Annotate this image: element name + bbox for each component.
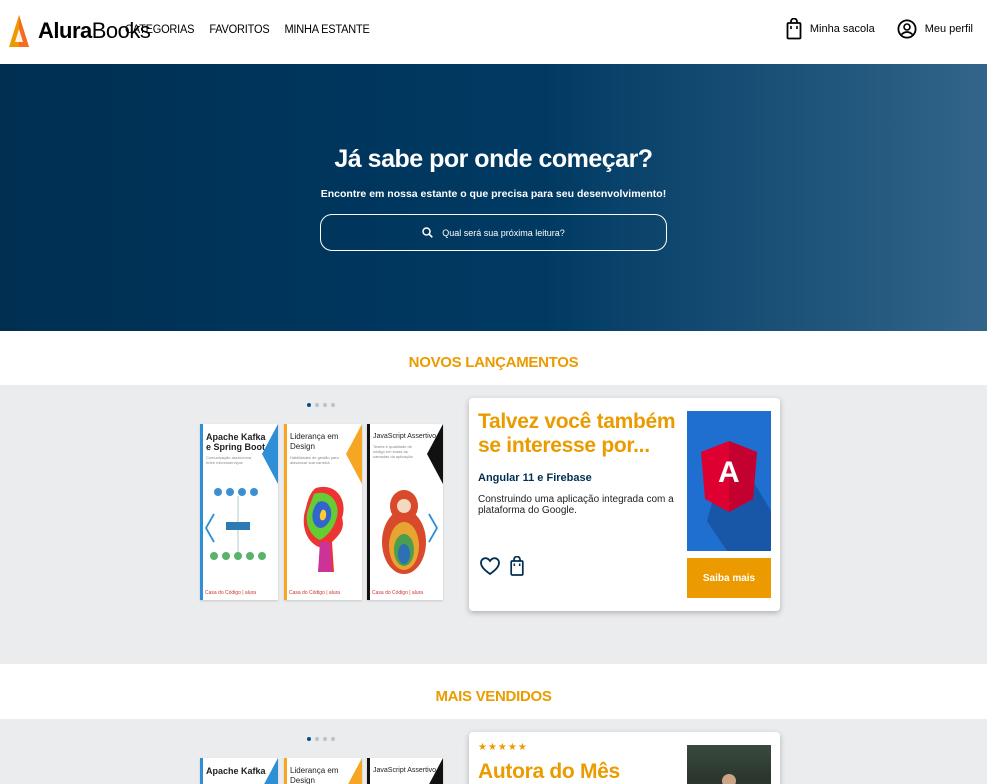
book-accent-icon bbox=[427, 424, 443, 484]
main-nav: CATEGORIAS FAVORITOS MINHA ESTANTE bbox=[125, 24, 370, 37]
book-accent-icon bbox=[348, 758, 362, 784]
nesting-dolls-icon bbox=[382, 490, 426, 574]
carousel-dot[interactable] bbox=[331, 403, 335, 407]
book-spine bbox=[200, 424, 203, 600]
novos-lancamentos-band: Apache Kafka e Spring Boot Comunicação as… bbox=[0, 385, 987, 664]
angular-cover-letter: A bbox=[718, 456, 740, 489]
colorful-head-illustration-icon bbox=[303, 486, 344, 572]
carousel-dot[interactable] bbox=[315, 737, 319, 741]
search-placeholder: Qual será sua próxima leitura? bbox=[442, 227, 565, 238]
book-title: Liderança em Design bbox=[290, 766, 339, 784]
book-spine bbox=[367, 758, 370, 784]
recommendation-heading: Talvez você também se interesse por... bbox=[478, 410, 676, 457]
book-subtitle: Comunicação assíncrona entre microsservi… bbox=[206, 455, 252, 465]
search-icon bbox=[422, 227, 434, 238]
recommended-book-title[interactable]: Angular 11 e Firebase bbox=[478, 472, 592, 484]
book-cover-apache-kafka[interactable]: Apache Kafka e Spring Boot Comunicação as… bbox=[200, 424, 278, 600]
logo-mark-icon bbox=[9, 15, 29, 47]
section-title-novos-lancamentos: NOVOS LANÇAMENTOS bbox=[408, 354, 579, 371]
author-portrait-icon bbox=[722, 774, 736, 784]
page: AluraBooks CATEGORIAS FAVORITOS MINHA ES… bbox=[0, 0, 987, 784]
book-cover-lideranca-design[interactable]: Liderança em Design bbox=[284, 758, 362, 784]
author-photo bbox=[687, 745, 771, 784]
saiba-mais-button[interactable]: Saiba mais bbox=[687, 558, 771, 598]
hero-subtitle: Encontre em nossa estante o que precisa … bbox=[320, 188, 667, 200]
author-of-month-heading: Autora do Mês bbox=[478, 760, 620, 783]
carousel-dots bbox=[307, 403, 335, 407]
nav-categorias[interactable]: CATEGORIAS bbox=[125, 24, 195, 37]
carousel-dot[interactable] bbox=[307, 403, 311, 407]
user-profile-icon bbox=[897, 19, 917, 39]
nav-favoritos[interactable]: FAVORITOS bbox=[209, 24, 269, 37]
header-actions: Minha sacola Meu perfil bbox=[786, 18, 973, 40]
carousel-dot[interactable] bbox=[323, 403, 327, 407]
carousel-dot[interactable] bbox=[323, 737, 327, 741]
book-title: Apache Kafka bbox=[206, 766, 266, 776]
book-publisher: Casa do Código | alura bbox=[372, 590, 424, 596]
book-subtitle: Testes e qualidade de código em todas as… bbox=[373, 444, 413, 459]
nav-minha-estante[interactable]: MINHA ESTANTE bbox=[284, 24, 369, 37]
author-of-month-card: ★★★★★ Autora do Mês bbox=[469, 732, 780, 784]
section-title-mais-vendidos: MAIS VENDIDOS bbox=[435, 688, 552, 705]
book-spine bbox=[284, 424, 287, 600]
hero-title: Já sabe por onde começar? bbox=[334, 145, 653, 173]
bag-label: Minha sacola bbox=[809, 23, 875, 35]
book-accent-icon bbox=[264, 758, 278, 784]
carousel-next-icon[interactable] bbox=[427, 513, 439, 543]
book-publisher: Casa do Código | alura bbox=[205, 590, 257, 596]
shopping-bag-icon bbox=[786, 18, 802, 40]
book-accent-icon bbox=[346, 424, 362, 484]
recommended-book-description: Construindo uma aplicação integrada com … bbox=[478, 494, 674, 516]
book-accent-icon bbox=[429, 758, 443, 784]
carousel-prev-icon[interactable] bbox=[204, 513, 216, 543]
book-cover-apache-kafka[interactable]: Apache Kafka bbox=[200, 758, 278, 784]
bag-button[interactable]: Minha sacola bbox=[786, 18, 875, 40]
top-nav: AluraBooks CATEGORIAS FAVORITOS MINHA ES… bbox=[0, 0, 987, 64]
book-spine bbox=[367, 424, 370, 600]
book-subtitle: Habilidades de gestão para alavancar sua… bbox=[290, 455, 339, 465]
card-actions bbox=[480, 556, 524, 576]
book-spine bbox=[200, 758, 203, 784]
book-spine bbox=[284, 758, 287, 784]
recommendation-card: Talvez você também se interesse por... A… bbox=[469, 398, 780, 611]
carousel-dot[interactable] bbox=[331, 737, 335, 741]
search-input[interactable]: Qual será sua próxima leitura? bbox=[320, 214, 667, 251]
book-publisher: Casa do Código | alura bbox=[289, 590, 341, 596]
rating-stars: ★★★★★ bbox=[478, 742, 528, 753]
profile-label: Meu perfil bbox=[924, 23, 973, 35]
hero-banner: Já sabe por onde começar? Encontre em no… bbox=[0, 64, 987, 331]
shopping-bag-icon[interactable] bbox=[510, 556, 524, 576]
book-cover-javascript-assertivo[interactable]: JavaScript Assertivo bbox=[367, 758, 443, 784]
book-cover-javascript-assertivo[interactable]: JavaScript Assertivo Testes e qualidade … bbox=[367, 424, 443, 600]
carousel-dots bbox=[307, 737, 335, 741]
book-accent-icon bbox=[262, 424, 278, 484]
book-title: Apache Kafka e Spring Boot bbox=[206, 432, 266, 452]
mais-vendidos-band: Apache Kafka Liderança em Design JavaScri… bbox=[0, 719, 987, 784]
carousel-dot[interactable] bbox=[307, 737, 311, 741]
book-title: Liderança em Design bbox=[290, 432, 339, 451]
profile-button[interactable]: Meu perfil bbox=[897, 19, 973, 39]
heart-icon[interactable] bbox=[480, 556, 500, 576]
book-cover-lideranca-design[interactable]: Liderança em Design Habilidades de gestão… bbox=[284, 424, 362, 600]
angular-book-cover[interactable]: A bbox=[687, 411, 771, 551]
carousel-dot[interactable] bbox=[315, 403, 319, 407]
